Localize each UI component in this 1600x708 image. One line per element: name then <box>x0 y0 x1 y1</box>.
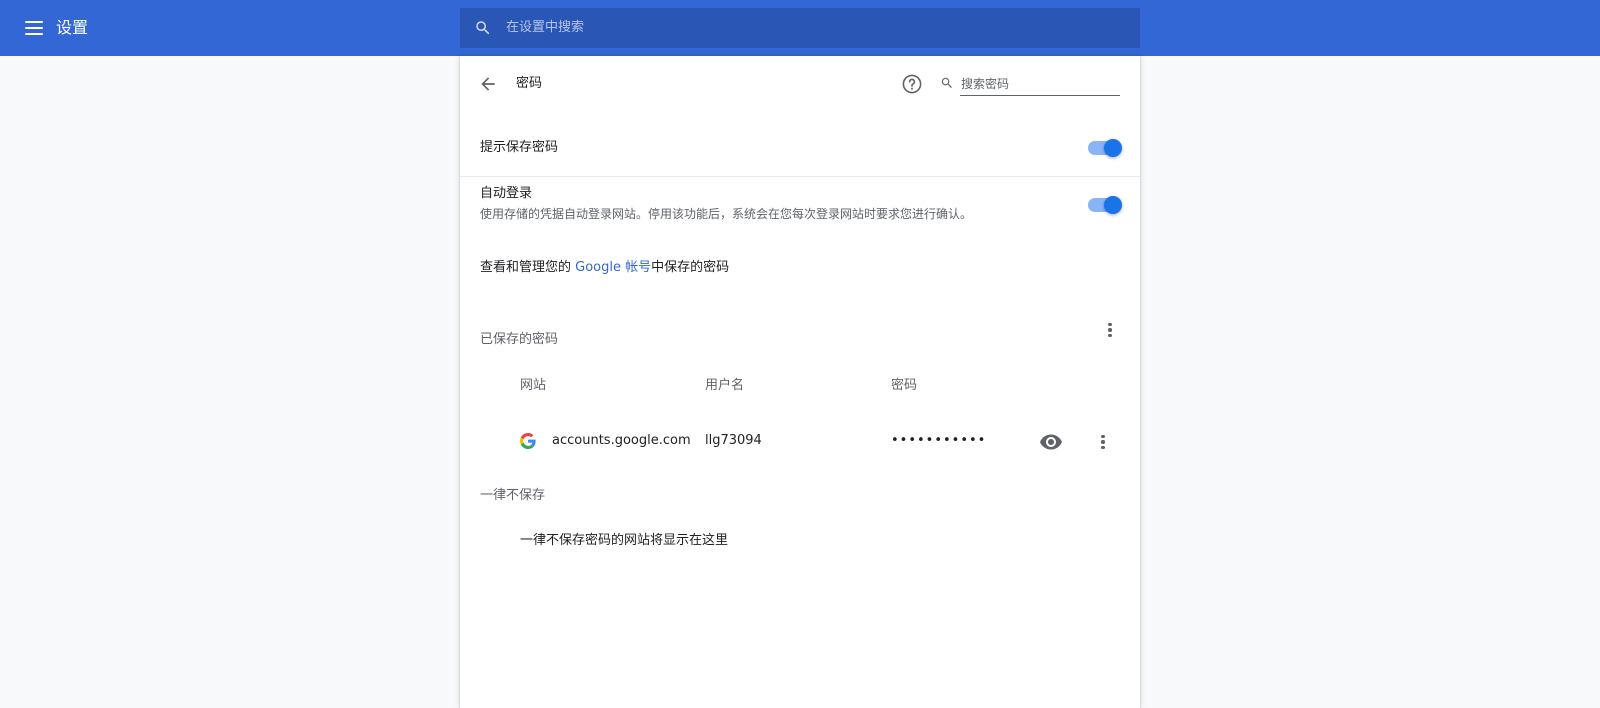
auto-signin-toggle[interactable] <box>1086 195 1122 215</box>
never-saved-empty-message: 一律不保存密码的网站将显示在这里 <box>520 533 729 548</box>
row-username: llg73094 <box>705 433 762 448</box>
toggle-knob <box>1104 196 1122 214</box>
column-header-site: 网站 <box>520 378 547 393</box>
passwords-card: 密码 搜索密码 提示保存密码 自动登录 使用存储的凭据自动登录网站。停用该功能后… <box>460 56 1140 708</box>
auto-signin-description: 使用存储的凭据自动登录网站。停用该功能后，系统会在您每次登录网站时要求您进行确认… <box>480 207 973 221</box>
google-account-note: 查看和管理您的 Google 帐号中保存的密码 <box>480 258 729 278</box>
row-password: ••••••••••• <box>891 433 987 448</box>
never-saved-heading: 一律不保存 <box>480 488 546 503</box>
column-header-password: 密码 <box>891 378 918 393</box>
search-icon <box>941 77 952 88</box>
settings-search-input[interactable]: 在设置中搜索 <box>460 8 1140 48</box>
google-g-icon <box>520 433 536 449</box>
password-search[interactable]: 搜索密码 <box>940 70 1140 98</box>
page-title: 密码 <box>516 76 543 91</box>
settings-toolbar: 设置 在设置中搜索 <box>0 0 1600 56</box>
offer-to-save-toggle[interactable] <box>1086 138 1122 158</box>
saved-passwords-menu-icon[interactable] <box>1098 318 1122 342</box>
search-placeholder: 在设置中搜索 <box>506 20 585 35</box>
google-account-prefix: 查看和管理您的 <box>480 260 576 275</box>
password-search-input[interactable]: 搜索密码 <box>960 74 1120 96</box>
google-account-suffix: 中保存的密码 <box>651 260 730 275</box>
help-icon[interactable] <box>900 72 924 96</box>
show-password-eye-icon[interactable] <box>1039 430 1063 454</box>
column-header-username: 用户名 <box>705 378 745 393</box>
row-more-actions-icon[interactable] <box>1091 430 1115 454</box>
search-icon <box>476 21 490 35</box>
row-site: accounts.google.com <box>552 433 691 448</box>
back-arrow-icon[interactable] <box>478 74 498 94</box>
menu-icon[interactable] <box>22 16 46 40</box>
saved-passwords-heading: 已保存的密码 <box>480 332 559 347</box>
auto-signin-label: 自动登录 <box>480 186 533 201</box>
offer-to-save-label: 提示保存密码 <box>480 140 559 155</box>
app-title: 设置 <box>56 18 89 37</box>
toggle-knob <box>1104 139 1122 157</box>
google-account-link[interactable]: Google 帐号 <box>575 260 651 275</box>
divider <box>460 176 1140 177</box>
